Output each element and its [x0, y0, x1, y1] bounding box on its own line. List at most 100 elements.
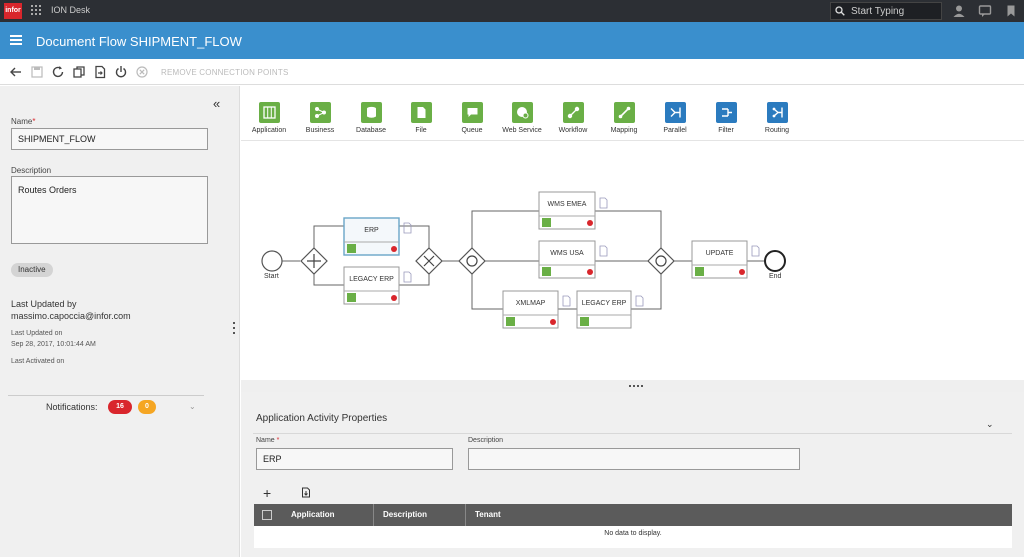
palette-parallel[interactable]: Parallel [653, 102, 697, 134]
power-icon[interactable] [114, 65, 128, 79]
palette-filter[interactable]: Filter [704, 102, 748, 134]
web-service-icon [695, 267, 704, 276]
refresh-icon[interactable] [51, 65, 65, 79]
start-event[interactable] [261, 250, 283, 272]
column-description[interactable]: Description [374, 504, 466, 526]
business-icon [309, 102, 331, 123]
last-updated-by-label: Last Updated by [11, 299, 77, 309]
add-icon[interactable]: + [263, 485, 271, 501]
palette-routing[interactable]: Routing [755, 102, 799, 134]
activity-wms-emea[interactable]: WMS EMEA [538, 191, 596, 230]
activity-legacy-erp-2[interactable]: LEGACY ERP [576, 290, 632, 329]
app-grid-icon[interactable] [31, 5, 43, 17]
import-icon[interactable] [301, 487, 311, 498]
canvas-splitter[interactable] [241, 380, 1024, 392]
search-input[interactable] [851, 5, 939, 18]
workflow-icon [562, 102, 584, 123]
document-icon[interactable] [403, 271, 412, 283]
divider [8, 395, 204, 396]
description-field[interactable]: Routes Orders [11, 176, 208, 244]
last-updated-on: Sep 28, 2017, 10:01:44 AM [11, 341, 96, 348]
last-updated-on-label: Last Updated on [11, 330, 63, 337]
name-label: Name* [11, 117, 36, 126]
activity-legacy-erp-1[interactable]: LEGACY ERP [343, 266, 400, 305]
end-event[interactable] [764, 250, 786, 272]
select-all-checkbox[interactable] [262, 510, 272, 520]
application-icon [542, 267, 551, 276]
column-tenant[interactable]: Tenant [466, 504, 1012, 526]
activity-update[interactable]: UPDATE [691, 240, 748, 279]
bookmark-icon[interactable] [1004, 4, 1018, 18]
activity-name-label: Name * [256, 437, 280, 444]
column-application[interactable]: Application [282, 504, 374, 526]
palette-database[interactable]: Database [349, 102, 393, 134]
end-label: End [769, 273, 782, 280]
global-search[interactable] [830, 2, 942, 20]
database-icon [360, 102, 382, 123]
routing-gateway-split[interactable] [458, 247, 486, 275]
activity-description-label: Description [468, 437, 504, 444]
palette-mapping[interactable]: Mapping [602, 102, 646, 134]
search-icon [835, 6, 845, 16]
palette-queue[interactable]: Queue [450, 102, 494, 134]
parallel-gateway-join[interactable] [415, 247, 443, 275]
document-icon[interactable] [751, 245, 760, 257]
parallel-icon [664, 102, 686, 123]
last-activated-on-label: Last Activated on [11, 358, 65, 365]
document-icon[interactable] [562, 295, 571, 307]
toolbar: REMOVE CONNECTION POINTS [0, 59, 1024, 85]
flow-canvas[interactable]: Start ERP LEGACY ERP WMS EMEA WMS USA XM… [241, 140, 1024, 380]
routing-gateway-join[interactable] [647, 247, 675, 275]
back-arrow-icon[interactable] [9, 65, 23, 79]
applications-table-body: No data to display. [254, 526, 1012, 548]
palette-workflow[interactable]: Workflow [551, 102, 595, 134]
properties-title: Application Activity Properties [256, 413, 388, 424]
error-icon [587, 220, 593, 226]
activity-erp[interactable]: ERP [343, 217, 400, 256]
status-badge: Inactive [11, 263, 53, 277]
file-icon [410, 102, 432, 123]
divider [253, 433, 1012, 434]
parallel-gateway-split[interactable] [300, 247, 328, 275]
warning-count-badge[interactable]: 0 [138, 400, 156, 414]
application-icon [542, 218, 551, 227]
node-label: LEGACY ERP [349, 276, 394, 283]
palette-business[interactable]: Business [298, 102, 342, 134]
flow-details-panel: « Name* SHIPMENT_FLOW Description Routes… [0, 86, 240, 557]
node-label: UPDATE [706, 250, 734, 257]
palette-application[interactable]: Application [247, 102, 291, 134]
menu-icon[interactable] [10, 35, 22, 45]
infor-logo[interactable]: infor [4, 3, 22, 19]
activity-wms-usa[interactable]: WMS USA [538, 240, 596, 279]
palette-file[interactable]: File [399, 102, 443, 134]
node-label: XMLMAP [516, 300, 546, 307]
resize-handle[interactable] [629, 385, 643, 388]
remove-connection-points-button[interactable]: REMOVE CONNECTION POINTS [161, 68, 288, 77]
chevron-down-icon[interactable]: ⌄ [986, 419, 994, 430]
document-icon[interactable] [599, 245, 608, 257]
error-icon [391, 295, 397, 301]
description-label: Description [11, 166, 52, 175]
panel-resize-handle[interactable] [233, 322, 236, 336]
activity-description-field[interactable] [468, 448, 800, 470]
page-title: Document Flow SHIPMENT_FLOW [36, 34, 242, 49]
collapse-panel-icon[interactable]: « [213, 96, 220, 111]
start-label: Start [264, 273, 279, 280]
activity-properties-panel: Application Activity Properties ⌄ Name *… [241, 392, 1024, 557]
name-field[interactable]: SHIPMENT_FLOW [11, 128, 208, 150]
cancel-icon[interactable] [135, 65, 149, 79]
filter-icon [715, 102, 737, 123]
chat-icon[interactable] [978, 4, 992, 18]
export-icon[interactable] [93, 65, 107, 79]
document-icon[interactable] [635, 295, 644, 307]
error-count-badge[interactable]: 16 [108, 400, 132, 414]
document-icon[interactable] [403, 222, 412, 234]
activity-name-field[interactable]: ERP [256, 448, 453, 470]
document-icon[interactable] [599, 197, 608, 209]
palette-web-service[interactable]: Web Service [500, 102, 544, 134]
save-icon[interactable] [30, 65, 44, 79]
copy-icon[interactable] [72, 65, 86, 79]
chevron-down-icon[interactable]: ⌄ [189, 402, 196, 411]
activity-xmlmap[interactable]: XMLMAP [502, 290, 559, 329]
user-icon[interactable] [952, 4, 966, 18]
